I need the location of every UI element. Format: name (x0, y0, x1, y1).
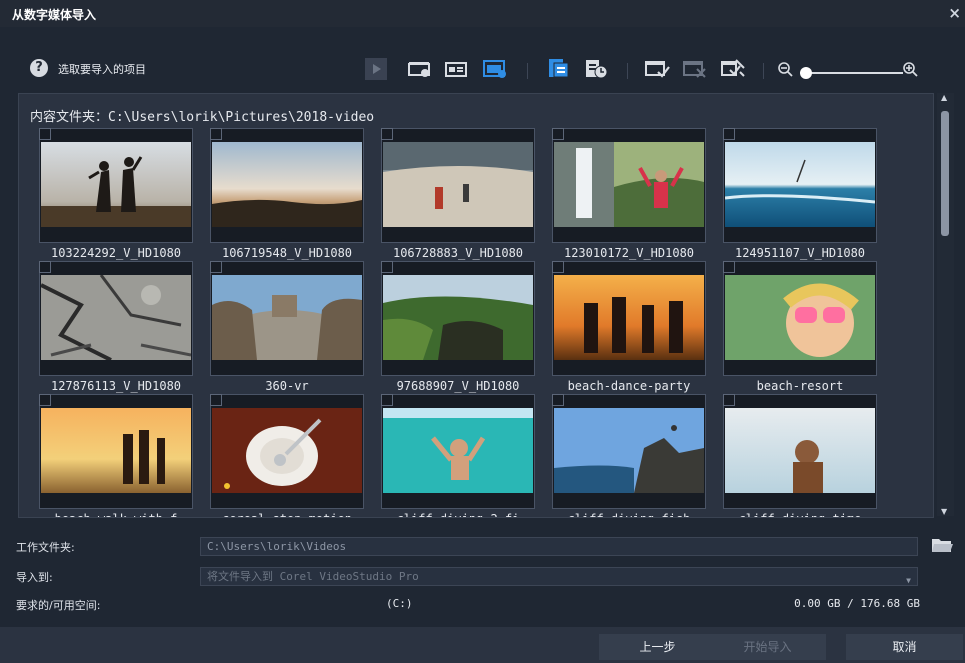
work-folder-value: C:\Users\lorik\Videos (207, 540, 347, 553)
drive-label: (C:) (386, 597, 413, 610)
zoom-in-icon[interactable] (902, 58, 918, 80)
start-import-button[interactable]: 开始导入 (709, 634, 826, 660)
footer-bar: 上一步 开始导入 取消 (0, 627, 965, 663)
media-name: 103224292_V_HD1080 (50, 246, 182, 260)
help-text: 选取要导入的项目 (58, 63, 146, 76)
video-thumbnail (212, 275, 362, 360)
video-thumbnail (41, 408, 191, 493)
media-name: beach-dance-party (567, 379, 691, 393)
scroll-down-icon[interactable]: ▼ (941, 507, 947, 516)
zoom-slider-thumb[interactable] (800, 67, 812, 79)
media-name: 127876113_V_HD1080 (50, 379, 182, 393)
cancel-button[interactable]: 取消 (846, 634, 963, 660)
select-checkbox[interactable] (552, 128, 564, 140)
video-thumbnail (41, 275, 191, 360)
media-name: 124951107_V_HD1080 (734, 246, 866, 260)
media-name: 360-vr (265, 379, 309, 393)
media-content-panel: 内容文件夹：C:\Users\lorik\Pictures\2018-video… (18, 93, 934, 518)
invert-selection-icon[interactable] (719, 58, 747, 80)
vertical-scrollbar[interactable]: ▲ ▼ (937, 93, 954, 516)
content-folder-value: C:\Users\lorik\Pictures\2018-video (108, 110, 375, 125)
view-detail-icon[interactable] (481, 58, 509, 80)
space-label: 要求的/可用空间: (16, 599, 101, 612)
help-icon[interactable]: ? (30, 59, 48, 77)
select-checkbox[interactable] (552, 394, 564, 406)
media-name: 106728883_V_HD1080 (392, 246, 524, 260)
select-checkbox[interactable] (39, 394, 51, 406)
select-checkbox[interactable] (210, 394, 222, 406)
video-thumbnail (554, 142, 704, 227)
work-folder-field[interactable]: C:\Users\lorik\Videos (200, 537, 918, 556)
select-checkbox[interactable] (723, 261, 735, 273)
select-checkbox[interactable] (381, 128, 393, 140)
select-checkbox[interactable] (39, 261, 51, 273)
title-bar: 从数字媒体导入 × (0, 0, 965, 27)
media-name: 106719548_V_HD1080 (221, 246, 353, 260)
video-thumbnail (212, 142, 362, 227)
chevron-down-icon: ▼ (906, 576, 911, 585)
separator (527, 63, 528, 79)
video-thumbnail (212, 408, 362, 493)
import-to-value: 将文件导入到 Corel VideoStudio Pro (207, 570, 419, 583)
video-thumbnail (725, 408, 875, 493)
media-name: 97688907_V_HD1080 (396, 379, 520, 393)
timecode-icon[interactable] (583, 58, 609, 80)
media-name: beach-resort (756, 379, 844, 393)
separator (627, 63, 628, 79)
back-button[interactable]: 上一步 (599, 634, 716, 660)
select-checkbox[interactable] (210, 261, 222, 273)
toolbar: ? 选取要导入的项目 (0, 50, 965, 92)
zoom-slider-track[interactable] (807, 72, 903, 74)
media-name: cliff-diving-2-fi (381, 512, 535, 517)
video-thumbnail (383, 142, 533, 227)
view-thumbnail-icon[interactable] (407, 58, 433, 80)
import-to-dropdown[interactable]: 将文件导入到 Corel VideoStudio Pro ▼ (200, 567, 918, 586)
import-to-label: 导入到: (16, 571, 53, 584)
scene-detect-icon[interactable] (545, 58, 571, 80)
select-checkbox[interactable] (552, 261, 564, 273)
video-thumbnail (383, 275, 533, 360)
select-checkbox[interactable] (210, 128, 222, 140)
select-checkbox[interactable] (381, 394, 393, 406)
close-icon[interactable]: × (948, 4, 961, 22)
zoom-out-icon[interactable] (777, 58, 793, 80)
separator (763, 63, 764, 79)
select-all-icon[interactable] (643, 58, 671, 80)
media-name: cliff-diving-time (723, 512, 877, 517)
video-thumbnail (383, 408, 533, 493)
media-name: cliff-diving-fish (552, 512, 706, 517)
space-value: 0.00 GB / 176.68 GB (794, 597, 920, 610)
deselect-all-icon[interactable] (681, 58, 709, 80)
video-thumbnail (41, 142, 191, 227)
media-name: 123010172_V_HD1080 (563, 246, 695, 260)
window-title: 从数字媒体导入 (12, 8, 97, 22)
view-info-icon[interactable] (444, 58, 470, 80)
scrollbar-thumb[interactable] (941, 111, 949, 236)
video-thumbnail (725, 142, 875, 227)
content-folder-path: 内容文件夹：C:\Users\lorik\Pictures\2018-video (30, 106, 374, 125)
media-name: beach-walk-with-f (39, 512, 193, 517)
media-name: cereal-stop-motion (210, 512, 364, 517)
play-icon[interactable] (364, 58, 388, 80)
select-checkbox[interactable] (723, 128, 735, 140)
select-checkbox[interactable] (39, 128, 51, 140)
video-thumbnail (725, 275, 875, 360)
select-checkbox[interactable] (723, 394, 735, 406)
video-thumbnail (554, 275, 704, 360)
video-thumbnail (554, 408, 704, 493)
select-checkbox[interactable] (381, 261, 393, 273)
scroll-up-icon[interactable]: ▲ (941, 93, 947, 102)
content-folder-label: 内容文件夹： (30, 110, 109, 125)
work-folder-label: 工作文件夹: (16, 541, 75, 554)
folder-icon[interactable] (931, 536, 953, 558)
